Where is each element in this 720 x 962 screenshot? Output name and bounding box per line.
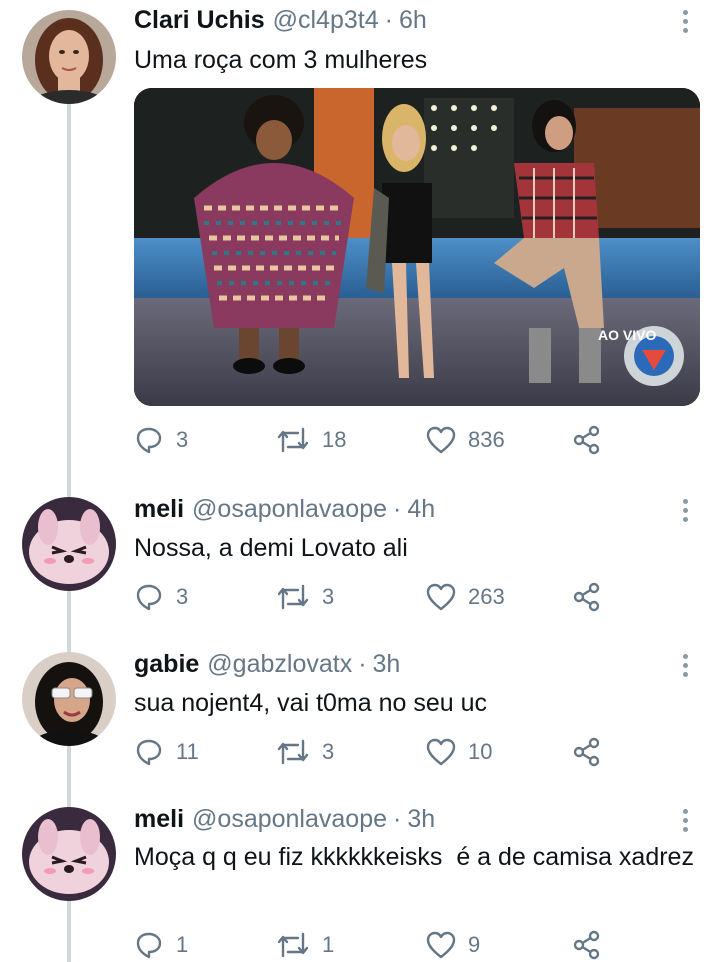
- retweet-icon: [277, 427, 309, 453]
- avatar[interactable]: [22, 497, 116, 591]
- tweet-media[interactable]: AO VIVO: [134, 88, 700, 406]
- retweet-count: 3: [322, 584, 335, 609]
- avatar[interactable]: [22, 652, 116, 746]
- reply-icon: [136, 584, 162, 611]
- action-bar: 3 18 836: [134, 424, 614, 456]
- like-count: 9: [468, 932, 481, 957]
- tweet-3[interactable]: gabie @gabzlovatx · 3h sua nojent4, vai …: [0, 640, 720, 795]
- tweet-header: meli @osaponlavaope · 4h: [134, 495, 435, 529]
- retweet-icon: [277, 932, 309, 958]
- tweet-text: Nossa, a demi Lovato ali: [134, 534, 408, 562]
- share-button[interactable]: [572, 581, 602, 613]
- tweet-text: sua nojent4, vai t0ma no seu uc: [134, 689, 488, 717]
- tweet-1[interactable]: Clari Uchis @cl4p3t4 · 6h Uma roça com 3…: [0, 0, 720, 480]
- retweet-button[interactable]: 18: [276, 424, 346, 456]
- more-options-icon[interactable]: [678, 654, 692, 684]
- share-button[interactable]: [572, 424, 602, 456]
- reply-button[interactable]: 3: [134, 424, 188, 456]
- reply-icon: [136, 427, 162, 454]
- heart-icon: [426, 738, 456, 766]
- reply-button[interactable]: 3: [134, 581, 188, 613]
- share-icon: [573, 582, 600, 612]
- like-count: 10: [468, 739, 493, 764]
- more-options-icon[interactable]: [678, 10, 692, 40]
- heart-icon: [426, 426, 456, 454]
- share-icon: [573, 930, 600, 960]
- like-button[interactable]: 836: [426, 424, 505, 456]
- more-options-icon[interactable]: [678, 499, 692, 529]
- retweet-count: 18: [322, 427, 347, 452]
- retweet-count: 3: [322, 739, 335, 764]
- share-button[interactable]: [572, 736, 602, 768]
- reply-count: 3: [176, 427, 189, 452]
- retweet-button[interactable]: 1: [276, 929, 334, 961]
- like-button[interactable]: 10: [426, 736, 492, 768]
- tweet-text: Uma roça com 3 mulheres: [134, 46, 428, 74]
- timestamp[interactable]: 3h: [407, 805, 435, 834]
- retweet-button[interactable]: 3: [276, 736, 334, 768]
- tweet-header: Clari Uchis @cl4p3t4 · 6h: [134, 6, 427, 40]
- like-count: 836: [468, 427, 505, 452]
- action-bar: 11 3 10: [134, 736, 614, 768]
- user-handle[interactable]: @cl4p3t4: [273, 6, 379, 35]
- avatar[interactable]: [22, 807, 116, 901]
- reply-icon: [136, 739, 162, 766]
- tweet-2[interactable]: meli @osaponlavaope · 4h Nossa, a demi L…: [0, 485, 720, 640]
- like-button[interactable]: 263: [426, 581, 505, 613]
- more-options-icon[interactable]: [678, 809, 692, 839]
- share-button[interactable]: [572, 929, 602, 961]
- reply-count: 1: [176, 932, 189, 957]
- share-icon: [573, 425, 600, 455]
- tweet-text: Moça q q eu fiz kkkkkkeisks é a de camis…: [134, 843, 694, 871]
- user-handle[interactable]: @gabzlovatx: [207, 650, 352, 679]
- separator-dot: ·: [393, 805, 402, 833]
- separator-dot: ·: [358, 650, 367, 678]
- reply-count: 3: [176, 584, 189, 609]
- display-name[interactable]: gabie: [134, 650, 199, 679]
- tweet-header: gabie @gabzlovatx · 3h: [134, 650, 400, 684]
- retweet-icon: [277, 584, 309, 610]
- heart-icon: [426, 931, 456, 959]
- user-handle[interactable]: @osaponlavaope: [192, 495, 387, 524]
- timestamp[interactable]: 6h: [399, 6, 427, 35]
- timestamp[interactable]: 3h: [373, 650, 401, 679]
- display-name[interactable]: meli: [134, 805, 184, 834]
- separator-dot: ·: [384, 6, 393, 34]
- heart-icon: [426, 583, 456, 611]
- action-bar: 3 3 263: [134, 581, 614, 613]
- user-handle[interactable]: @osaponlavaope: [192, 805, 387, 834]
- retweet-button[interactable]: 3: [276, 581, 334, 613]
- separator-dot: ·: [393, 495, 402, 523]
- display-name[interactable]: meli: [134, 495, 184, 524]
- reply-button[interactable]: 1: [134, 929, 188, 961]
- action-bar: 1 1 9: [134, 929, 614, 961]
- tweet-header: meli @osaponlavaope · 3h: [134, 805, 435, 839]
- live-overlay-text: AO VIVO: [598, 327, 656, 343]
- display-name[interactable]: Clari Uchis: [134, 6, 265, 35]
- reply-button[interactable]: 11: [134, 736, 199, 768]
- like-count: 263: [468, 584, 505, 609]
- reply-count: 11: [176, 739, 199, 764]
- share-icon: [573, 737, 600, 767]
- reply-icon: [136, 932, 162, 959]
- retweet-count: 1: [322, 932, 335, 957]
- like-button[interactable]: 9: [426, 929, 480, 961]
- timestamp[interactable]: 4h: [407, 495, 435, 524]
- tweet-4[interactable]: meli @osaponlavaope · 3h Moça q q eu fiz…: [0, 795, 720, 962]
- avatar[interactable]: [22, 10, 116, 104]
- retweet-icon: [277, 739, 309, 765]
